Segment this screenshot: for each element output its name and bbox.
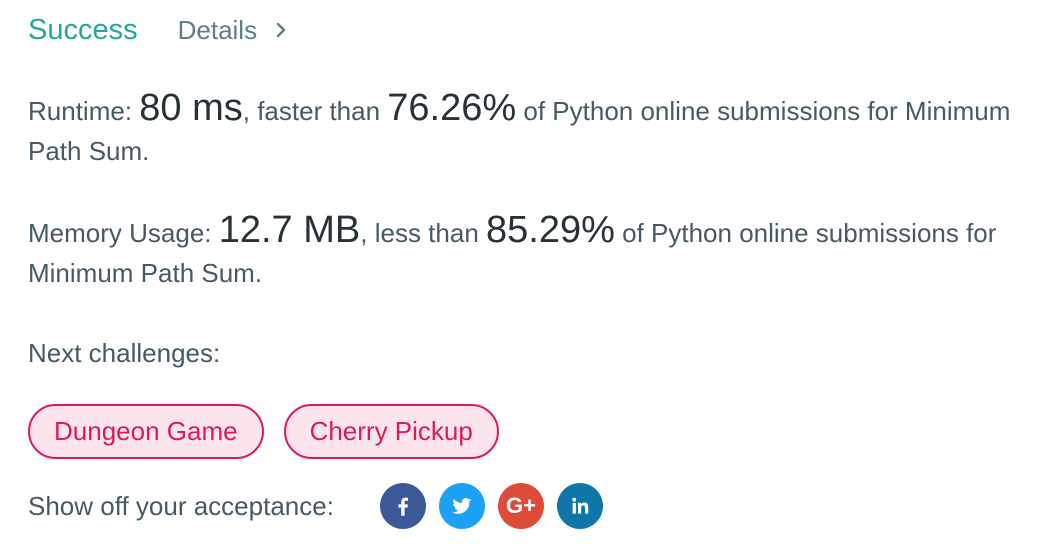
runtime-mid: , faster than bbox=[242, 96, 388, 126]
details-label: Details bbox=[177, 14, 258, 45]
runtime-summary: Runtime: 80 ms, faster than 76.26% of Py… bbox=[28, 88, 1038, 171]
result-header: Success Details bbox=[28, 12, 291, 48]
memory-label: Memory Usage: bbox=[28, 218, 219, 248]
share-label: Show off your acceptance: bbox=[28, 490, 334, 521]
share-section: Show off your acceptance: G+ bbox=[28, 480, 603, 532]
details-link[interactable]: Details bbox=[178, 15, 291, 46]
memory-mid: , less than bbox=[360, 218, 486, 248]
google-plus-glyph: G+ bbox=[505, 493, 536, 518]
chevron-right-icon bbox=[276, 22, 286, 38]
next-challenges-label: Next challenges: bbox=[28, 338, 221, 368]
runtime-label: Runtime: bbox=[28, 96, 140, 126]
twitter-icon[interactable] bbox=[438, 483, 485, 529]
runtime-percent: 76.26% bbox=[387, 87, 517, 129]
status-label: Success bbox=[28, 13, 138, 46]
runtime-value: 80 ms bbox=[139, 87, 243, 129]
challenge-dungeon-game[interactable]: Dungeon Game bbox=[28, 404, 264, 459]
memory-summary: Memory Usage: 12.7 MB, less than 85.29% … bbox=[28, 210, 1038, 293]
memory-value: 12.7 MB bbox=[218, 209, 361, 251]
submission-result-panel: Success Details Runtime: 80 ms, faster t… bbox=[0, 0, 1061, 555]
linkedin-icon[interactable] bbox=[556, 483, 603, 529]
next-challenges-list: Dungeon Game Cherry Pickup bbox=[28, 404, 499, 459]
challenge-cherry-pickup[interactable]: Cherry Pickup bbox=[283, 404, 499, 459]
share-icons: G+ bbox=[379, 483, 603, 529]
facebook-icon[interactable] bbox=[379, 483, 426, 529]
google-plus-icon[interactable]: G+ bbox=[497, 483, 544, 529]
memory-percent: 85.29% bbox=[486, 209, 615, 251]
